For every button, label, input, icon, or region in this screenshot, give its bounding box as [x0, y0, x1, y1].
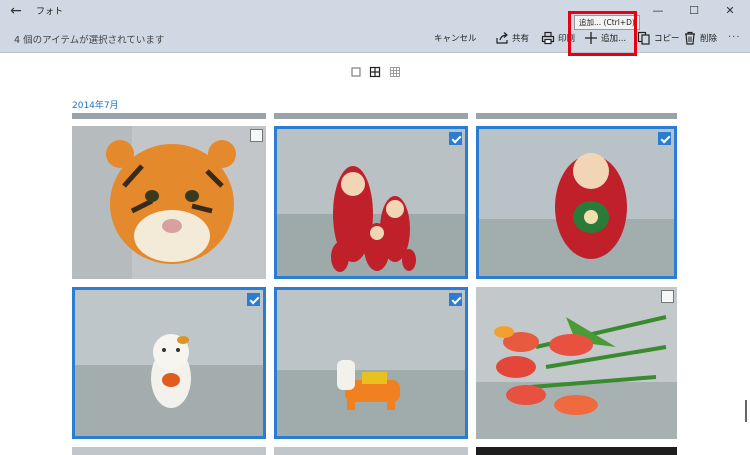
matryoshka-single-image [479, 129, 674, 276]
add-tooltip: 追加... (Ctrl+D) [574, 15, 640, 30]
add-label: 追加... [601, 34, 627, 44]
partial-photo-strip [476, 113, 677, 119]
selection-status: 4 個のアイテムが選択されています [14, 35, 165, 46]
selection-checkbox[interactable] [247, 293, 260, 306]
partial-photo-strip [72, 447, 266, 455]
printer-icon [541, 31, 555, 45]
delete-label: 削除 [700, 34, 718, 44]
photo-lucky-cat[interactable] [72, 287, 266, 439]
share-icon [496, 32, 508, 44]
window-title: フォト [36, 7, 64, 17]
photo-tulips[interactable] [476, 287, 677, 439]
scrollbar-thumb[interactable] [745, 400, 747, 422]
matryoshka-set-image [277, 129, 465, 276]
lucky-cat-image [75, 290, 263, 436]
photo-matryoshka-single[interactable] [476, 126, 677, 279]
photo-matryoshka-set[interactable] [274, 126, 468, 279]
tulips-image [476, 287, 677, 439]
minimize-icon[interactable]: — [642, 0, 674, 22]
share-button[interactable]: 共有 [495, 28, 529, 48]
cancel-label: キャンセル [434, 34, 477, 44]
photo-toy-horse[interactable] [274, 287, 468, 439]
close-icon[interactable]: ✕ [714, 0, 746, 22]
more-options-icon[interactable]: ··· [728, 32, 741, 43]
partial-photo-strip [72, 113, 266, 119]
print-button[interactable]: 印刷 [541, 28, 575, 48]
toy-horse-image [277, 290, 465, 436]
partial-photo-strip [274, 447, 468, 455]
selection-checkbox[interactable] [449, 132, 462, 145]
date-header: 2014年7月 [72, 101, 119, 111]
trash-icon [685, 31, 695, 45]
plus-icon [585, 32, 597, 44]
copy-icon [637, 31, 650, 45]
single-view-icon[interactable] [350, 66, 362, 78]
add-button[interactable]: 追加... [584, 28, 626, 48]
back-arrow-icon[interactable]: ← [6, 1, 26, 21]
grid-view-icon[interactable] [369, 66, 381, 78]
share-label: 共有 [512, 34, 530, 44]
partial-photo-strip [476, 447, 677, 455]
print-label: 印刷 [558, 34, 576, 44]
selection-checkbox[interactable] [658, 132, 671, 145]
delete-button[interactable]: 削除 [683, 28, 717, 48]
dense-grid-view-icon[interactable] [389, 66, 401, 78]
selection-checkbox[interactable] [449, 293, 462, 306]
selection-checkbox[interactable] [250, 129, 263, 142]
photo-tiger-plush[interactable] [72, 126, 266, 279]
partial-photo-strip [274, 113, 468, 119]
selection-checkbox[interactable] [661, 290, 674, 303]
tiger-plush-image [72, 126, 266, 279]
maximize-icon[interactable]: ☐ [678, 0, 710, 22]
copy-label: コピー [654, 34, 680, 44]
copy-button[interactable]: コピー [637, 28, 680, 48]
cancel-button[interactable]: キャンセル [434, 28, 477, 48]
